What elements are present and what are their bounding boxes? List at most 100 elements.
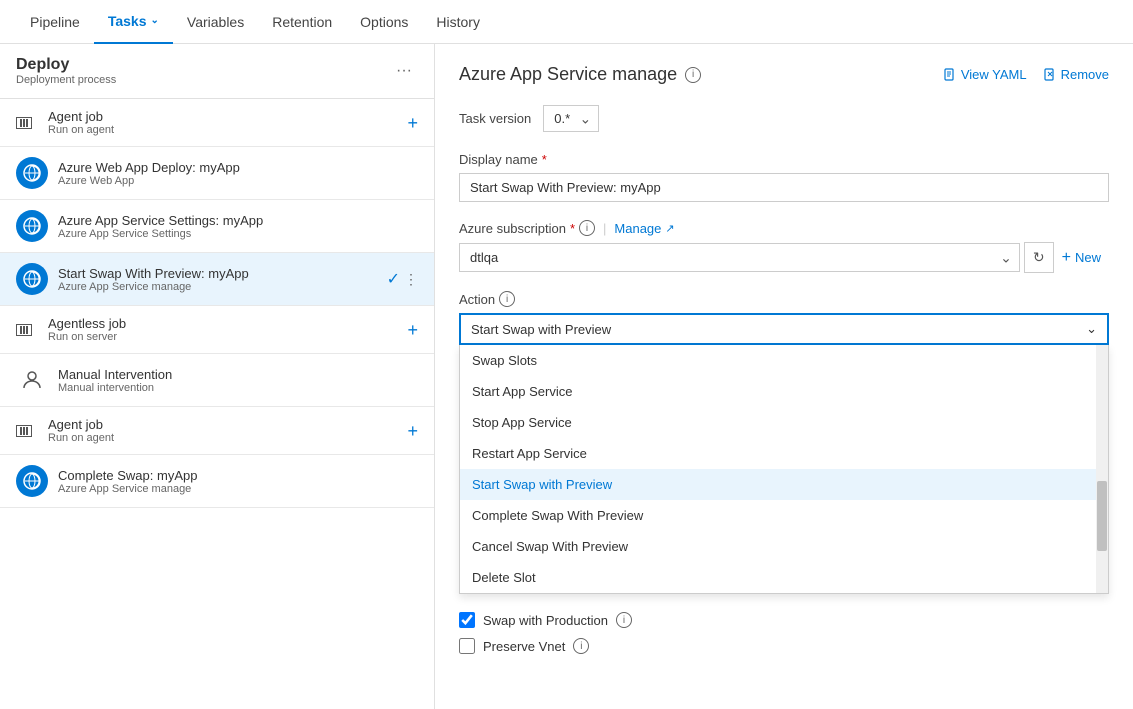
agentless-job-title: Agentless job [48, 316, 126, 331]
start-swap-preview-name: Start Swap With Preview: myApp [58, 266, 387, 281]
task-version-label: Task version [459, 111, 531, 126]
display-name-group: Display name * [459, 152, 1109, 202]
subscription-select-wrap: dtlqa [459, 243, 1020, 272]
start-swap-preview-sub: Azure App Service manage [58, 281, 387, 293]
dropdown-scrollbar [1096, 345, 1108, 593]
nav-history[interactable]: History [422, 0, 494, 44]
swap-production-row: Swap with Production i [459, 612, 1109, 628]
task-azure-app-service-settings[interactable]: Azure App Service Settings: myApp Azure … [0, 200, 434, 253]
action-dropdown: Start Swap with Preview ⌄ Swap Slots Sta… [459, 313, 1109, 594]
action-info-icon[interactable]: i [499, 291, 515, 307]
task-dots-button[interactable]: ⋮ [404, 271, 418, 288]
display-name-label: Display name * [459, 152, 1109, 167]
azure-app-service-settings-sub: Azure App Service Settings [58, 228, 418, 240]
display-name-required: * [542, 152, 547, 167]
azure-web-app-sub: Azure Web App [58, 175, 418, 187]
preserve-vnet-row: Preserve Vnet i [459, 638, 1109, 654]
agent-job-1-icon [16, 117, 32, 129]
task-azure-web-app[interactable]: Azure Web App Deploy: myApp Azure Web Ap… [0, 147, 434, 200]
agentless-job-subtitle: Run on server [48, 331, 126, 343]
task-complete-swap[interactable]: Complete Swap: myApp Azure App Service m… [0, 455, 434, 508]
preserve-vnet-checkbox[interactable] [459, 638, 475, 654]
azure-web-app-icon [16, 157, 48, 189]
deploy-subtitle: Deployment process [16, 74, 116, 86]
complete-swap-sub: Azure App Service manage [58, 483, 418, 495]
deploy-title: Deploy [16, 56, 116, 74]
preserve-vnet-info-icon[interactable]: i [573, 638, 589, 654]
action-dropdown-selected[interactable]: Start Swap with Preview ⌄ [459, 313, 1109, 345]
agent-job-2-title: Agent job [48, 417, 114, 432]
preserve-vnet-label[interactable]: Preserve Vnet [483, 639, 565, 654]
start-swap-preview-icon [16, 263, 48, 295]
dropdown-item-start-app-service[interactable]: Start App Service [460, 376, 1108, 407]
dropdown-item-cancel-swap-preview[interactable]: Cancel Swap With Preview [460, 531, 1108, 562]
task-check-icon: ✓ [387, 269, 400, 289]
dropdown-item-delete-slot[interactable]: Delete Slot [460, 562, 1108, 593]
agentless-job-icon [16, 324, 32, 336]
swap-production-label[interactable]: Swap with Production [483, 613, 608, 628]
subscription-info-icon[interactable]: i [579, 220, 595, 236]
panel-header: Azure App Service manage i View YAML Rem… [459, 64, 1109, 85]
subscription-refresh-button[interactable]: ↻ [1024, 242, 1054, 273]
display-name-input[interactable] [459, 173, 1109, 202]
task-start-swap-preview[interactable]: Start Swap With Preview: myApp Azure App… [0, 253, 434, 306]
agent-job-1-subtitle: Run on agent [48, 124, 114, 136]
manual-intervention-sub: Manual intervention [58, 382, 418, 394]
azure-subscription-group: Azure subscription * i | Manage ↗ dtlqa … [459, 220, 1109, 273]
view-yaml-link[interactable]: View YAML [943, 67, 1027, 82]
azure-app-service-settings-name: Azure App Service Settings: myApp [58, 213, 418, 228]
task-version-row: Task version 0.* [459, 105, 1109, 132]
complete-swap-icon [16, 465, 48, 497]
remove-icon [1043, 68, 1057, 82]
task-version-select-wrap: 0.* [543, 105, 599, 132]
dropdown-chevron-icon: ⌄ [1086, 321, 1097, 337]
manual-intervention-icon [16, 364, 48, 396]
azure-app-service-settings-icon [16, 210, 48, 242]
azure-subscription-label: Azure subscription * i | Manage ↗ [459, 220, 1109, 236]
action-dropdown-list: Swap Slots Start App Service Stop App Se… [459, 345, 1109, 594]
view-yaml-icon [943, 68, 957, 82]
dropdown-item-swap-slots[interactable]: Swap Slots [460, 345, 1108, 376]
action-label: Action i [459, 291, 1109, 307]
task-version-select[interactable]: 0.* [543, 105, 599, 132]
agentless-job-row[interactable]: Agentless job Run on server + [0, 306, 434, 354]
task-manual-intervention[interactable]: Manual Intervention Manual intervention [0, 354, 434, 407]
azure-web-app-name: Azure Web App Deploy: myApp [58, 160, 418, 175]
subscription-required: * [570, 221, 575, 236]
nav-tasks[interactable]: Tasks ⌄ [94, 0, 173, 44]
action-group: Action i Start Swap with Preview ⌄ Swap … [459, 291, 1109, 594]
right-panel: Azure App Service manage i View YAML Rem… [435, 44, 1133, 709]
add-task-2-button[interactable]: + [407, 422, 418, 440]
manage-link[interactable]: Manage ↗ [614, 221, 674, 236]
left-panel: Deploy Deployment process ··· Agent job … [0, 44, 435, 709]
add-task-1-button[interactable]: + [407, 114, 418, 132]
agent-job-2-icon [16, 425, 32, 437]
dropdown-item-start-swap-preview[interactable]: Start Swap with Preview [460, 469, 1108, 500]
dropdown-item-stop-app-service[interactable]: Stop App Service [460, 407, 1108, 438]
panel-title-text: Azure App Service manage [459, 64, 677, 85]
nav-retention[interactable]: Retention [258, 0, 346, 44]
deploy-header: Deploy Deployment process ··· [0, 44, 434, 99]
subscription-new-button[interactable]: + New [1054, 244, 1109, 272]
nav-variables[interactable]: Variables [173, 0, 258, 44]
dropdown-item-complete-swap-preview[interactable]: Complete Swap With Preview [460, 500, 1108, 531]
agent-job-2-row[interactable]: Agent job Run on agent + [0, 407, 434, 455]
subscription-row: dtlqa ↻ + New [459, 242, 1109, 273]
add-agentless-task-button[interactable]: + [407, 321, 418, 339]
dropdown-scroll-thumb [1097, 481, 1107, 550]
remove-link[interactable]: Remove [1043, 67, 1109, 82]
panel-info-icon[interactable]: i [685, 67, 701, 83]
dropdown-item-restart-app-service[interactable]: Restart App Service [460, 438, 1108, 469]
nav-pipeline[interactable]: Pipeline [16, 0, 94, 44]
nav-options[interactable]: Options [346, 0, 422, 44]
tasks-chevron: ⌄ [151, 15, 159, 26]
deploy-dots-button[interactable]: ··· [390, 60, 418, 82]
agent-job-2-subtitle: Run on agent [48, 432, 114, 444]
agent-job-1-row[interactable]: Agent job Run on agent + [0, 99, 434, 147]
complete-swap-name: Complete Swap: myApp [58, 468, 418, 483]
swap-production-info-icon[interactable]: i [616, 612, 632, 628]
agent-job-1-title: Agent job [48, 109, 114, 124]
top-nav: Pipeline Tasks ⌄ Variables Retention Opt… [0, 0, 1133, 44]
subscription-select[interactable]: dtlqa [459, 243, 1020, 272]
swap-production-checkbox[interactable] [459, 612, 475, 628]
